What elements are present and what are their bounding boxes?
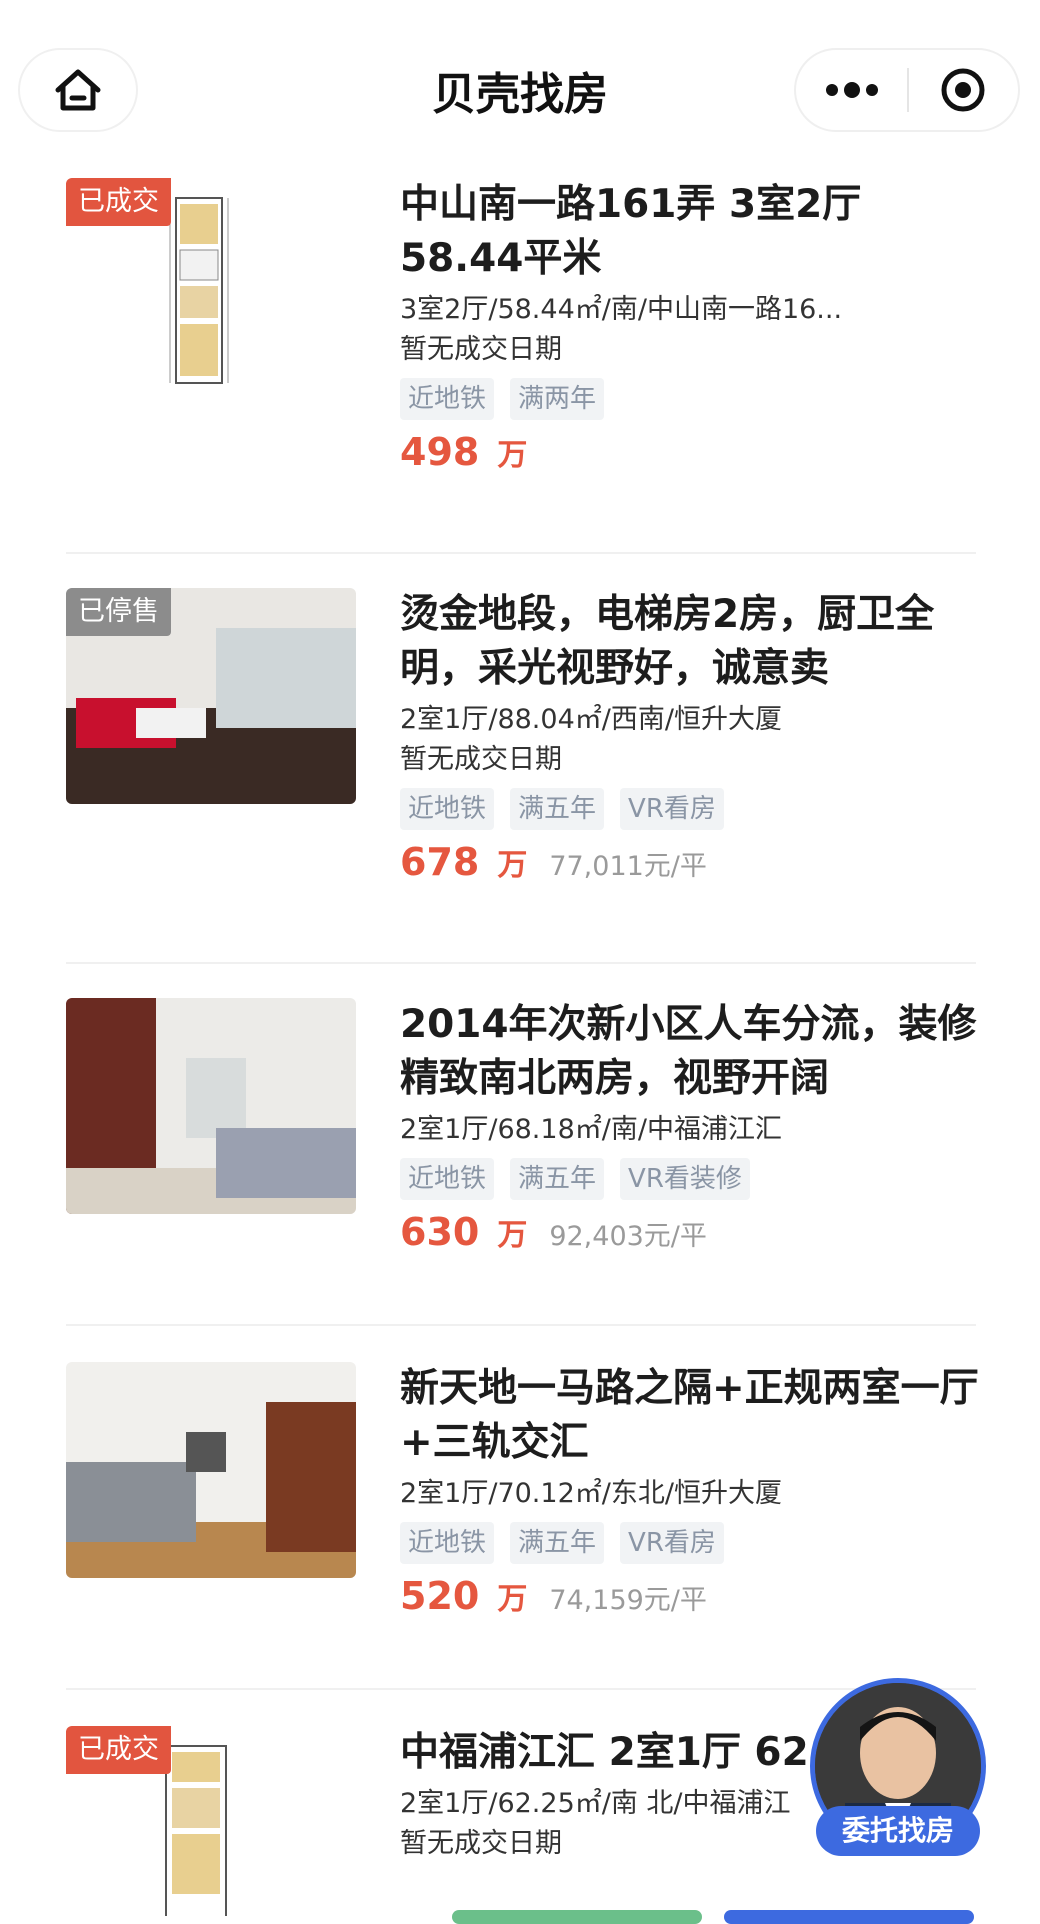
listing-title: 烫金地段，电梯房2房，厨卫全明，采光视野好，诚意卖 bbox=[400, 592, 935, 691]
list-item[interactable]: 2014年次新小区人车分流，装修精致南北两房，视野开阔 2室1厅/68.18㎡/… bbox=[66, 998, 977, 1358]
tag: VR看房 bbox=[620, 788, 724, 830]
price-unit: 万 bbox=[497, 438, 528, 473]
tag: VR看房 bbox=[620, 1522, 724, 1564]
tag-list: 近地铁 满两年 bbox=[400, 378, 980, 420]
listing-title: 中山南一路161弄 3室2厅 58.44平米 bbox=[400, 182, 862, 281]
total-price: 630 bbox=[400, 1210, 480, 1254]
bottom-button-partial[interactable] bbox=[724, 1910, 974, 1924]
tag: 近地铁 bbox=[400, 1522, 495, 1564]
mini-program-capsule bbox=[794, 48, 1020, 132]
listing-title: 新天地一马路之隔+正规两室一厅+三轨交汇 bbox=[400, 1366, 979, 1465]
price-unit: 万 bbox=[497, 1218, 528, 1253]
tag: 满五年 bbox=[510, 1158, 605, 1200]
tag-list: 近地铁 满五年 VR看装修 bbox=[400, 1158, 980, 1200]
total-price: 498 bbox=[400, 430, 480, 474]
status-badge: 已成交 bbox=[66, 1726, 171, 1774]
list-item[interactable]: 已成交 中山南一路161弄 3室2厅 58.44平米 3室2厅/58.44㎡/南… bbox=[66, 178, 976, 578]
listing-photo bbox=[66, 1362, 356, 1578]
floorplan-image: 已成交 bbox=[66, 1726, 356, 1916]
tag: 近地铁 bbox=[400, 1158, 495, 1200]
tag-list: 近地铁 满五年 VR看房 bbox=[400, 788, 980, 830]
listing-photo bbox=[66, 998, 356, 1214]
more-button[interactable] bbox=[796, 50, 907, 130]
price-unit: 万 bbox=[497, 848, 528, 883]
tag: 满五年 bbox=[510, 1522, 605, 1564]
status-badge: 已成交 bbox=[66, 178, 171, 226]
listing-details: 3室2厅/58.44㎡/南/中山南一路16... bbox=[400, 294, 843, 325]
unit-price: 92,403元/平 bbox=[549, 1221, 707, 1252]
more-dots-icon bbox=[825, 82, 878, 98]
list-item[interactable]: 已停售 烫金地段，电梯房2房，厨卫全明，采光视野好，诚意卖 2室1厅/88.04… bbox=[66, 588, 976, 988]
listing-details: 2室1厅/70.12㎡/东北/恒升大厦 bbox=[400, 1478, 782, 1509]
deal-date: 暂无成交日期 bbox=[400, 744, 562, 775]
entrust-search-button[interactable]: 委托找房 bbox=[816, 1806, 980, 1856]
listing-photo: 已停售 bbox=[66, 588, 356, 804]
total-price: 678 bbox=[400, 840, 480, 884]
navigation-bar: 贝壳找房 bbox=[0, 0, 1040, 170]
tag-list: 近地铁 满五年 VR看房 bbox=[400, 1522, 980, 1564]
tag: 近地铁 bbox=[400, 788, 495, 830]
close-button[interactable] bbox=[909, 50, 1018, 130]
bottom-button-partial[interactable] bbox=[452, 1910, 702, 1924]
target-circle-icon bbox=[941, 68, 985, 112]
tag: 满五年 bbox=[510, 788, 605, 830]
tag: VR看装修 bbox=[620, 1158, 750, 1200]
divider bbox=[66, 1688, 976, 1690]
unit-price: 74,159元/平 bbox=[549, 1585, 707, 1616]
list-item[interactable]: 新天地一马路之隔+正规两室一厅+三轨交汇 2室1厅/70.12㎡/东北/恒升大厦… bbox=[66, 1362, 979, 1722]
total-price: 520 bbox=[400, 1574, 480, 1618]
listing-details: 2室1厅/88.04㎡/西南/恒升大厦 bbox=[400, 704, 782, 735]
divider bbox=[66, 962, 976, 964]
unit-price: 77,011元/平 bbox=[549, 851, 707, 882]
listing-details: 2室1厅/68.18㎡/南/中福浦江汇 bbox=[400, 1114, 782, 1145]
price-unit: 万 bbox=[497, 1582, 528, 1617]
tag: 满两年 bbox=[510, 378, 605, 420]
floorplan-image: 已成交 bbox=[66, 178, 356, 394]
divider bbox=[66, 1324, 976, 1326]
listing-title: 2014年次新小区人车分流，装修精致南北两房，视野开阔 bbox=[400, 1002, 977, 1101]
divider bbox=[66, 552, 976, 554]
tag: 近地铁 bbox=[400, 378, 495, 420]
status-badge: 已停售 bbox=[66, 588, 171, 636]
deal-date: 暂无成交日期 bbox=[400, 334, 562, 365]
